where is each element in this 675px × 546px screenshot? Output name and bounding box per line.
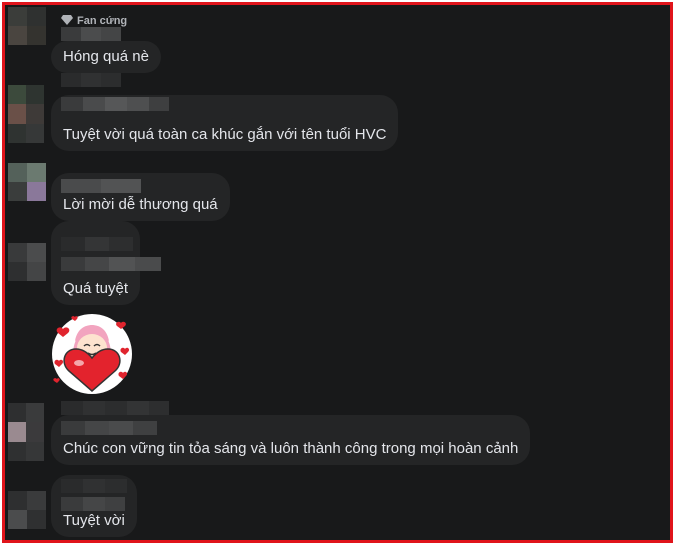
blurred-author-name <box>61 27 121 41</box>
comment-text: Hóng quá nè <box>63 48 149 65</box>
badge-label: Fan cứng <box>77 15 128 27</box>
heart-hug-sticker-icon <box>49 309 135 395</box>
comment-text: Tuyệt vời <box>63 512 125 529</box>
comment-text: Chúc con vững tin tỏa sáng và luôn thành… <box>63 440 519 457</box>
avatar[interactable] <box>8 85 44 143</box>
avatar[interactable] <box>8 163 46 201</box>
avatar[interactable] <box>8 243 46 281</box>
blurred-author-name <box>61 479 127 493</box>
comment-text: Lời mời dễ thương quá <box>63 196 218 213</box>
blurred-author-name <box>61 237 133 251</box>
blurred-author-name <box>61 97 169 111</box>
blurred-author-name <box>61 179 141 193</box>
comment-text: Quá tuyệt <box>63 280 129 297</box>
avatar[interactable] <box>8 7 46 45</box>
blurred-author-name <box>61 421 157 435</box>
blurred-author-name <box>61 497 125 511</box>
avatar[interactable] <box>8 491 46 529</box>
blurred-author-name <box>61 401 169 415</box>
blurred-author-name <box>61 73 121 87</box>
comment-text: Tuyệt vời quá toàn ca khúc gắn với tên t… <box>63 126 387 143</box>
blurred-author-name <box>61 257 161 271</box>
avatar[interactable] <box>8 403 44 461</box>
comment-bubble: Hóng quá nè <box>51 41 161 73</box>
comment-feed: Fan cứng Hóng quá nè Tuyệt vời quá toàn … <box>2 2 673 543</box>
